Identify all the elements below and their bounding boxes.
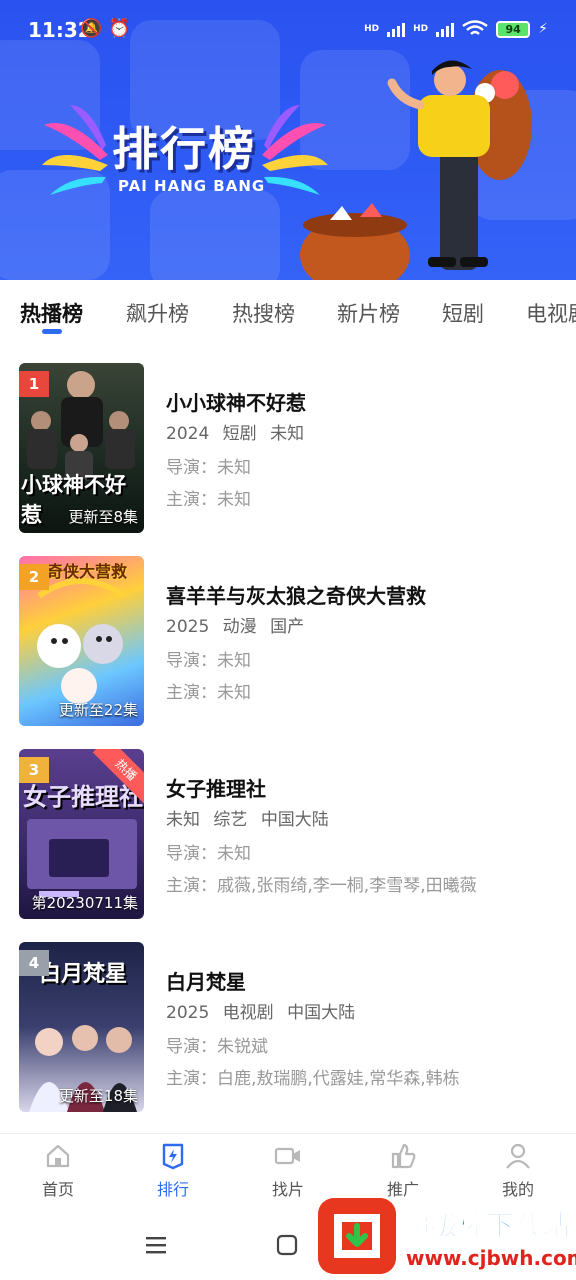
- episode-count: 更新至22集: [58, 701, 138, 719]
- nav-promote[interactable]: 推广: [363, 1142, 443, 1200]
- rank-badge: 3: [19, 757, 49, 783]
- episode-count: 更新至8集: [68, 508, 138, 526]
- item-director: 导演：朱锐斌: [166, 1037, 268, 1057]
- item-cast: 主演：白鹿,敖瑞鹏,代露娃,常华森,韩栋: [166, 1069, 460, 1089]
- item-meta: 2025 电视剧 中国大陆: [166, 998, 363, 1023]
- thumbs-up-icon: [391, 1143, 416, 1169]
- ranking-tabs: 热播榜 飙升榜 热搜榜 新片榜 短剧 电视剧: [0, 280, 576, 346]
- item-genre: 短剧: [222, 424, 257, 444]
- poster-image[interactable]: 小球神不好惹 1 更新至8集: [19, 363, 144, 533]
- item-title[interactable]: 喜羊羊与灰太狼之奇侠大营救: [166, 580, 426, 609]
- item-title[interactable]: 小小球神不好惹: [166, 387, 306, 416]
- charging-icon: ⚡: [538, 21, 548, 37]
- nav-ranking-label: 排行: [156, 1180, 189, 1199]
- home-icon: [46, 1144, 70, 1168]
- item-title[interactable]: 女子推理社: [166, 773, 266, 802]
- poster-image[interactable]: 白月梵星 4 更新至18集: [19, 942, 144, 1112]
- item-meta: 2025 动漫 国产: [166, 612, 312, 637]
- tab-tv-series[interactable]: 电视剧: [526, 298, 576, 328]
- list-item[interactable]: 白月梵星 4 更新至18集 白月梵星 2025 电视剧 中国大陆 导演：朱锐斌 …: [0, 942, 576, 1114]
- banner-logo: 排行榜 PAI HANG BANG: [40, 95, 330, 205]
- item-director: 导演：未知: [166, 651, 251, 671]
- watermark-url: www.cjbwh.com: [406, 1246, 576, 1270]
- ranking-icon: [162, 1143, 184, 1170]
- item-region: 未知: [270, 424, 305, 444]
- battery-indicator: 94: [496, 20, 531, 38]
- nav-find-label: 找片: [271, 1180, 304, 1199]
- item-director: 导演：未知: [166, 458, 251, 478]
- rank-badge: 2: [19, 564, 49, 590]
- mute-alarm-icon: 🔕 ⏰: [80, 18, 131, 39]
- item-genre: 电视剧: [222, 1003, 274, 1023]
- tab-hot-search[interactable]: 热搜榜: [232, 298, 295, 328]
- item-genre: 综艺: [213, 810, 248, 830]
- video-camera-icon: [274, 1147, 300, 1165]
- nav-home-label: 首页: [41, 1180, 74, 1199]
- nav-ranking[interactable]: 排行: [133, 1142, 213, 1200]
- nav-mine[interactable]: 我的: [478, 1142, 558, 1200]
- watermark-logo: [318, 1198, 396, 1274]
- user-icon: [506, 1143, 530, 1169]
- watermark-title: 超级棒下载站: [401, 1209, 571, 1243]
- tab-hot-play[interactable]: 热播榜: [20, 298, 83, 328]
- poster-title-art: 白月梵星: [39, 962, 128, 987]
- item-region: 中国大陆: [260, 810, 329, 830]
- signal-icon: [387, 21, 406, 37]
- nav-find[interactable]: 找片: [248, 1142, 328, 1200]
- poster-image[interactable]: 女子推理社 热播 3 第20230711集: [19, 749, 144, 919]
- item-meta: 2024 短剧 未知: [166, 419, 312, 444]
- list-item[interactable]: 女子推理社 热播 3 第20230711集 女子推理社 未知 综艺 中国大陆 导…: [0, 749, 576, 921]
- wifi-icon: [462, 20, 488, 35]
- nav-home[interactable]: 首页: [18, 1142, 98, 1200]
- splash-left-decoration: [42, 105, 108, 195]
- item-meta: 未知 综艺 中国大陆: [166, 805, 337, 830]
- item-title[interactable]: 白月梵星: [166, 966, 246, 995]
- episode-count: 第20230711集: [31, 894, 138, 912]
- list-item[interactable]: 小球神不好惹 1 更新至8集 小小球神不好惹 2024 短剧 未知 导演：未知 …: [0, 363, 576, 535]
- item-year: 2025: [166, 1003, 210, 1023]
- watermark: 超级棒下载站 www.cjbwh.com: [318, 1196, 576, 1280]
- app-screen: 11:32 🔕 ⏰ HD HD 94 ⚡ 排行榜 PAI HANG BANG 热…: [0, 0, 576, 1280]
- network-label-2: HD: [413, 24, 429, 34]
- ranking-banner: 11:32 🔕 ⏰ HD HD 94 ⚡ 排行榜 PAI HANG BANG: [0, 0, 576, 280]
- character-illustration: [300, 60, 532, 280]
- item-cast: 主演：未知: [166, 683, 251, 703]
- network-label: HD: [364, 24, 380, 34]
- tab-rising[interactable]: 飙升榜: [126, 298, 189, 328]
- list-item[interactable]: 奇侠大营救 2 更新至22集 喜羊羊与灰太狼之奇侠大营救 2025 动漫 国产 …: [0, 556, 576, 728]
- status-right: HD HD 94 ⚡: [364, 20, 548, 38]
- poster-title-art: 奇侠大营救: [47, 562, 128, 581]
- item-region: 国产: [270, 617, 305, 637]
- active-tab-indicator: [42, 329, 62, 334]
- poster-image[interactable]: 奇侠大营救 2 更新至22集: [19, 556, 144, 726]
- banner-subtitle: PAI HANG BANG: [118, 177, 266, 195]
- item-year: 2024: [166, 424, 210, 444]
- item-region: 中国大陆: [287, 1003, 356, 1023]
- item-cast: 主演：戚薇,张雨绮,李一桐,李雪琴,田曦薇: [166, 876, 477, 896]
- item-year: 未知: [166, 810, 200, 830]
- rank-badge: 4: [19, 950, 49, 976]
- item-year: 2025: [166, 617, 210, 637]
- item-director: 导演：未知: [166, 844, 251, 864]
- signal-icon-2: [436, 21, 455, 37]
- tab-short-drama[interactable]: 短剧: [442, 298, 484, 328]
- episode-count: 更新至18集: [58, 1087, 138, 1105]
- menu-icon[interactable]: [144, 1233, 168, 1257]
- banner-title: 排行榜: [112, 122, 256, 176]
- item-genre: 动漫: [222, 617, 257, 637]
- item-cast: 主演：未知: [166, 490, 251, 510]
- rank-badge: 1: [19, 371, 49, 397]
- tab-new-release[interactable]: 新片榜: [337, 298, 400, 328]
- home-square-icon[interactable]: [275, 1233, 299, 1257]
